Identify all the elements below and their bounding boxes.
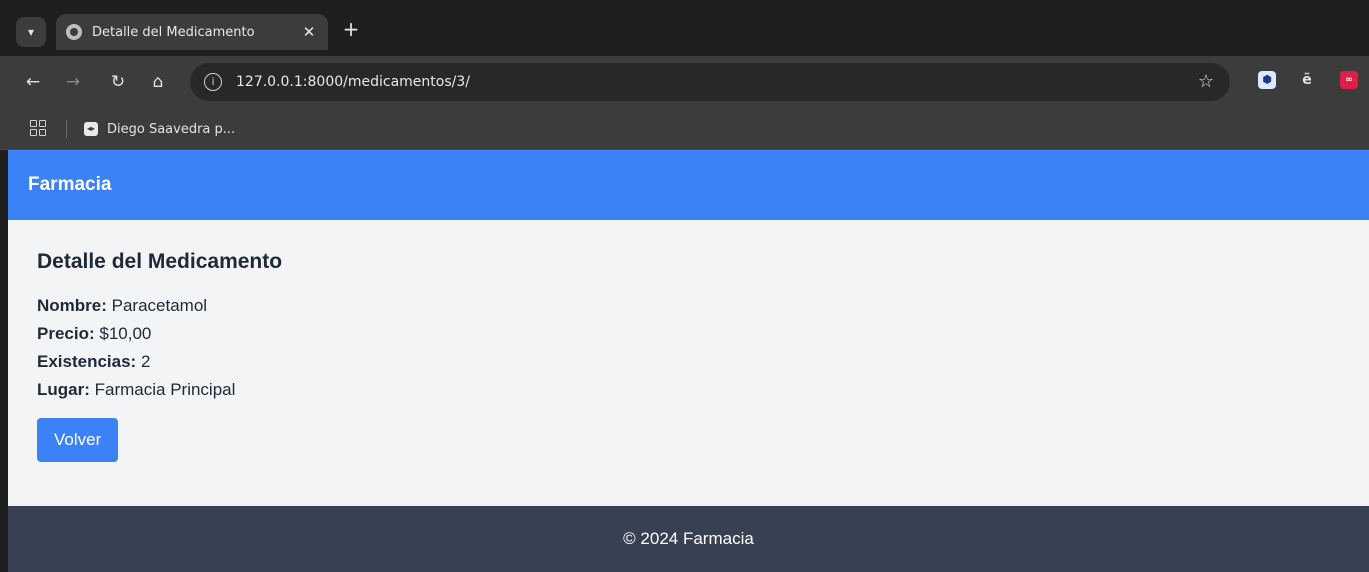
field-label: Precio: (37, 324, 95, 343)
home-icon[interactable]: ⌂ (145, 69, 171, 95)
field-label: Nombre: (37, 296, 107, 315)
back-button[interactable]: Volver (37, 418, 119, 462)
tab-search-button[interactable]: ▾ (16, 17, 46, 47)
browser-tabstrip: ▾ Detalle del Medicamento ✕ + (0, 0, 1369, 56)
reload-icon[interactable]: ↻ (105, 69, 131, 95)
extension-infinity-icon[interactable]: ∞ (1340, 71, 1358, 89)
field-label: Lugar: (37, 380, 90, 399)
new-tab-button[interactable]: + (338, 17, 364, 43)
detail-row-nombre: Nombre: Paracetamol (37, 292, 282, 320)
footer-text: © 2024 Farmacia (623, 529, 754, 548)
apps-icon[interactable] (30, 120, 46, 136)
detail-row-existencias: Existencias: 2 (37, 348, 282, 376)
browser-tab-active[interactable]: Detalle del Medicamento ✕ (56, 14, 328, 50)
site-footer: © 2024 Farmacia (8, 506, 1369, 572)
forward-arrow-icon[interactable]: → (60, 69, 86, 95)
bookmark-item[interactable]: ◂▸ Diego Saavedra p... (84, 117, 235, 141)
globe-icon (66, 24, 82, 40)
site-info-icon[interactable]: i (204, 73, 222, 91)
site-brand[interactable]: Farmacia (28, 174, 111, 196)
detail-row-precio: Precio: $10,00 (37, 320, 282, 348)
field-value: Farmacia Principal (94, 380, 236, 399)
detail-content: Detalle del Medicamento Nombre: Paraceta… (37, 250, 282, 462)
bookmarks-bar: ◂▸ Diego Saavedra p... (0, 108, 1369, 150)
chevron-down-icon: ▾ (27, 25, 35, 39)
star-icon[interactable]: ☆ (1198, 71, 1214, 92)
field-label: Existencias: (37, 352, 137, 371)
address-bar[interactable]: i 127.0.0.1:8000/medicamentos/3/ ☆ (190, 63, 1230, 101)
bookmark-label: Diego Saavedra p... (107, 121, 236, 137)
tab-title: Detalle del Medicamento (92, 24, 255, 40)
back-arrow-icon[interactable]: ← (20, 69, 46, 95)
bookmark-separator (66, 120, 67, 138)
field-value: Paracetamol (111, 296, 208, 315)
extension-shield-icon[interactable]: ⬢ (1258, 71, 1276, 89)
url-text: 127.0.0.1:8000/medicamentos/3/ (236, 74, 470, 90)
field-value: $10,00 (99, 324, 152, 343)
site-header: Farmacia (8, 150, 1369, 220)
bookmark-favicon-icon: ◂▸ (84, 122, 98, 136)
field-value: 2 (140, 352, 151, 371)
browser-toolbar: ← → ↻ ⌂ i 127.0.0.1:8000/medicamentos/3/… (0, 56, 1369, 108)
tab-close-icon[interactable]: ✕ (296, 23, 322, 41)
extension-gnome-icon[interactable]: ẽ (1298, 71, 1316, 89)
detail-row-lugar: Lugar: Farmacia Principal (37, 376, 282, 404)
page-title: Detalle del Medicamento (37, 250, 283, 273)
page-viewport: Farmacia Detalle del Medicamento Nombre:… (8, 150, 1369, 572)
